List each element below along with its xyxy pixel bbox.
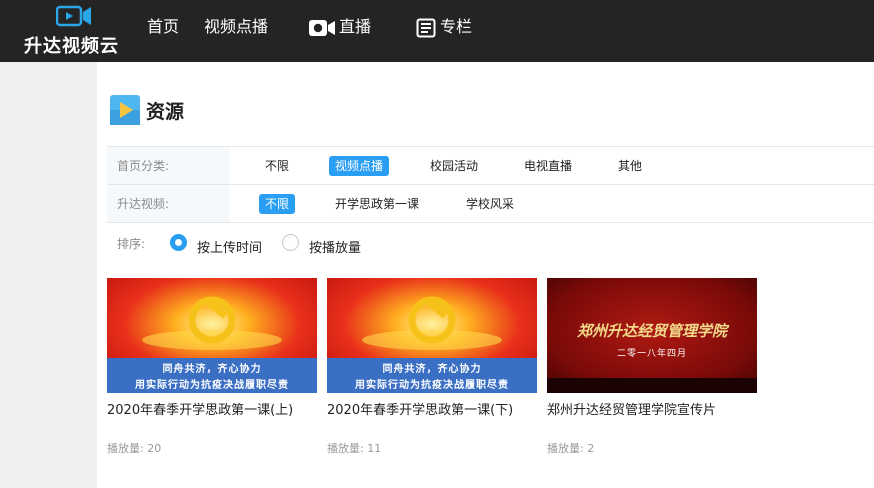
thumbnail-caption-line1: 同舟共济，齐心协力 (382, 364, 482, 375)
site-logo-text: 升达视频云 (24, 36, 119, 57)
video-view-count: 播放量: 2 (547, 442, 595, 455)
sort-play-count-radio[interactable] (282, 234, 299, 251)
sub-option-first-lesson[interactable]: 开学思政第一课 (329, 194, 425, 214)
video-thumbnail[interactable]: 同舟共济，齐心协力 用实际行动为抗疫决战履职尽责 (107, 278, 317, 393)
filter-row-subcategory: 升达视频: 不限 开学思政第一课 学校风采 (107, 185, 874, 223)
sub-option-school-style[interactable]: 学校风采 (460, 194, 520, 214)
category-option-tv-live[interactable]: 电视直播 (518, 156, 578, 176)
thumbnail-caption-line2: 用实际行动为抗疫决战履职尽责 (135, 380, 289, 391)
live-camera-icon (309, 19, 335, 36)
video-thumbnail[interactable]: 郑州升达经贸管理学院 二零一八年四月 (547, 278, 757, 393)
nav-video-on-demand[interactable]: 视频点播 (204, 14, 268, 40)
sort-play-count-label[interactable]: 按播放量 (309, 237, 361, 256)
sort-upload-time-radio[interactable] (170, 234, 187, 251)
top-navigation-bar: 升达视频云 首页 视频点播 直播 专栏 (0, 0, 874, 62)
nav-home[interactable]: 首页 (147, 14, 179, 40)
video-title[interactable]: 2020年春季开学思政第一课(上) (107, 399, 327, 418)
nav-live[interactable]: 直播 (309, 14, 371, 40)
nav-live-label: 直播 (339, 17, 372, 36)
document-icon (416, 18, 436, 37)
category-option-campus[interactable]: 校园活动 (424, 156, 484, 176)
filter-row-category: 首页分类: 不限 视频点播 校园活动 电视直播 其他 (107, 147, 874, 185)
main-content: 资源 首页分类: 不限 视频点播 校园活动 电视直播 其他 升达视频: 不限 开… (97, 62, 874, 488)
sub-option-any[interactable]: 不限 (259, 194, 296, 214)
video-view-count: 播放量: 11 (327, 442, 382, 455)
video-title[interactable]: 2020年春季开学思政第一课(下) (327, 399, 547, 418)
section-title: 资源 (146, 100, 185, 123)
category-option-any[interactable]: 不限 (259, 156, 295, 176)
filter-sub-label: 升达视频: (107, 185, 229, 222)
video-camera-logo-icon (56, 5, 91, 27)
promo-title-overlay: 郑州升达经贸管理学院 (576, 322, 727, 340)
category-option-other[interactable]: 其他 (612, 156, 648, 176)
video-thumbnail[interactable]: 同舟共济，齐心协力 用实际行动为抗疫决战履职尽责 (327, 278, 537, 393)
video-view-count: 播放量: 20 (107, 442, 162, 455)
nav-column[interactable]: 专栏 (416, 14, 472, 40)
thumbnail-caption-line1: 同舟共济，齐心协力 (162, 364, 262, 375)
sort-upload-time-label[interactable]: 按上传时间 (197, 237, 262, 256)
nav-column-label: 专栏 (440, 17, 473, 36)
section-heading: 资源 (110, 95, 184, 125)
promo-date-overlay: 二零一八年四月 (616, 349, 687, 359)
category-option-vod[interactable]: 视频点播 (329, 156, 390, 176)
sort-label: 排序: (117, 237, 146, 251)
video-title[interactable]: 郑州升达经贸管理学院宣传片 (547, 399, 767, 418)
thumbnail-caption-line2: 用实际行动为抗疫决战履职尽责 (355, 380, 509, 391)
site-logo[interactable]: 升达视频云 (18, 2, 128, 58)
filter-table: 首页分类: 不限 视频点播 校园活动 电视直播 其他 升达视频: 不限 开学思政… (107, 146, 874, 223)
filter-category-label: 首页分类: (107, 147, 229, 184)
resource-play-icon (110, 95, 140, 125)
